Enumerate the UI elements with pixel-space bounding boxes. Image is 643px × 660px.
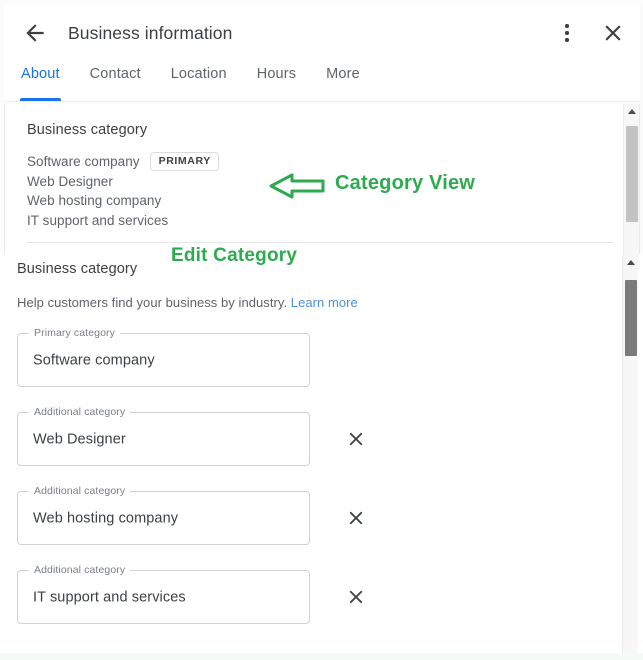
learn-more-link[interactable]: Learn more bbox=[291, 295, 358, 310]
additional-category-field[interactable]: Additional category Web Designer bbox=[17, 406, 310, 466]
annotation-category-view: Category View bbox=[335, 172, 476, 194]
additional-category-row: Additional category Web Designer bbox=[17, 406, 643, 466]
tab-hours[interactable]: Hours bbox=[257, 60, 296, 101]
field-value: Software company bbox=[33, 352, 155, 369]
app-bar: Business information bbox=[4, 6, 640, 60]
field-value: Web Designer bbox=[33, 431, 126, 448]
category-name: Web hosting company bbox=[27, 193, 162, 208]
category-name: Software company bbox=[27, 154, 140, 169]
close-icon[interactable] bbox=[600, 20, 626, 46]
tab-more[interactable]: More bbox=[326, 60, 360, 101]
field-label: Additional category bbox=[29, 564, 131, 576]
category-view-title: Business category bbox=[27, 122, 148, 138]
tab-about[interactable]: About bbox=[20, 60, 61, 101]
scroll-up-arrow-icon[interactable] bbox=[623, 255, 638, 269]
additional-category-row: Additional category Web hosting company bbox=[17, 485, 643, 545]
primary-category-field[interactable]: Primary category Software company bbox=[17, 327, 310, 387]
edit-category-panel: Business category Help customers find yo… bbox=[0, 254, 643, 660]
edit-category-content: Business category Help customers find yo… bbox=[0, 254, 643, 624]
scroll-up-arrow-icon[interactable] bbox=[624, 104, 639, 118]
more-vert-icon[interactable] bbox=[556, 20, 578, 46]
page-edge-top bbox=[0, 0, 643, 6]
edit-category-help-text: Help customers find your business by ind… bbox=[17, 295, 643, 310]
inner-scrollbar[interactable] bbox=[622, 255, 638, 660]
page-edge-bottom bbox=[0, 653, 643, 660]
field-value: Web hosting company bbox=[33, 510, 179, 527]
outer-scrollbar[interactable] bbox=[623, 104, 639, 256]
primary-badge: PRIMARY bbox=[149, 152, 219, 172]
category-list-item: Software company PRIMARY bbox=[27, 152, 617, 172]
category-name: IT support and services bbox=[27, 212, 169, 228]
category-list-item: IT support and services bbox=[27, 211, 617, 231]
kebab-dot bbox=[565, 31, 569, 35]
category-view-content: Business category Software company PRIMA… bbox=[5, 104, 639, 230]
category-name: Web Designer bbox=[27, 173, 113, 189]
tab-location[interactable]: Location bbox=[171, 60, 227, 101]
arrow-back-icon[interactable] bbox=[22, 20, 48, 46]
help-text: Help customers find your business by ind… bbox=[17, 295, 288, 310]
field-label: Additional category bbox=[29, 485, 131, 497]
remove-category-icon[interactable] bbox=[345, 586, 367, 608]
left-arrow-outline-icon bbox=[268, 170, 326, 202]
field-label: Primary category bbox=[29, 327, 120, 339]
scrollbar-thumb[interactable] bbox=[626, 126, 638, 222]
remove-category-icon[interactable] bbox=[345, 428, 367, 450]
primary-category-row: Primary category Software company bbox=[17, 327, 643, 387]
additional-category-row: Additional category IT support and servi… bbox=[17, 564, 643, 624]
annotation-edit-category: Edit Category bbox=[171, 245, 298, 266]
edit-category-heading: Business category bbox=[17, 261, 138, 277]
section-divider bbox=[27, 242, 613, 243]
additional-category-field[interactable]: Additional category Web hosting company bbox=[17, 485, 310, 545]
tab-bar: About Contact Location Hours More bbox=[4, 60, 640, 102]
page-title: Business information bbox=[68, 22, 233, 43]
kebab-dot bbox=[565, 38, 569, 42]
field-label: Additional category bbox=[29, 406, 131, 418]
additional-category-field[interactable]: Additional category IT support and servi… bbox=[17, 564, 310, 624]
kebab-dot bbox=[565, 24, 569, 28]
remove-category-icon[interactable] bbox=[345, 507, 367, 529]
field-value: IT support and services bbox=[33, 589, 186, 606]
scrollbar-thumb[interactable] bbox=[625, 280, 637, 356]
tab-contact[interactable]: Contact bbox=[90, 60, 141, 101]
app-root: Business information About Contact Locat… bbox=[0, 0, 643, 660]
